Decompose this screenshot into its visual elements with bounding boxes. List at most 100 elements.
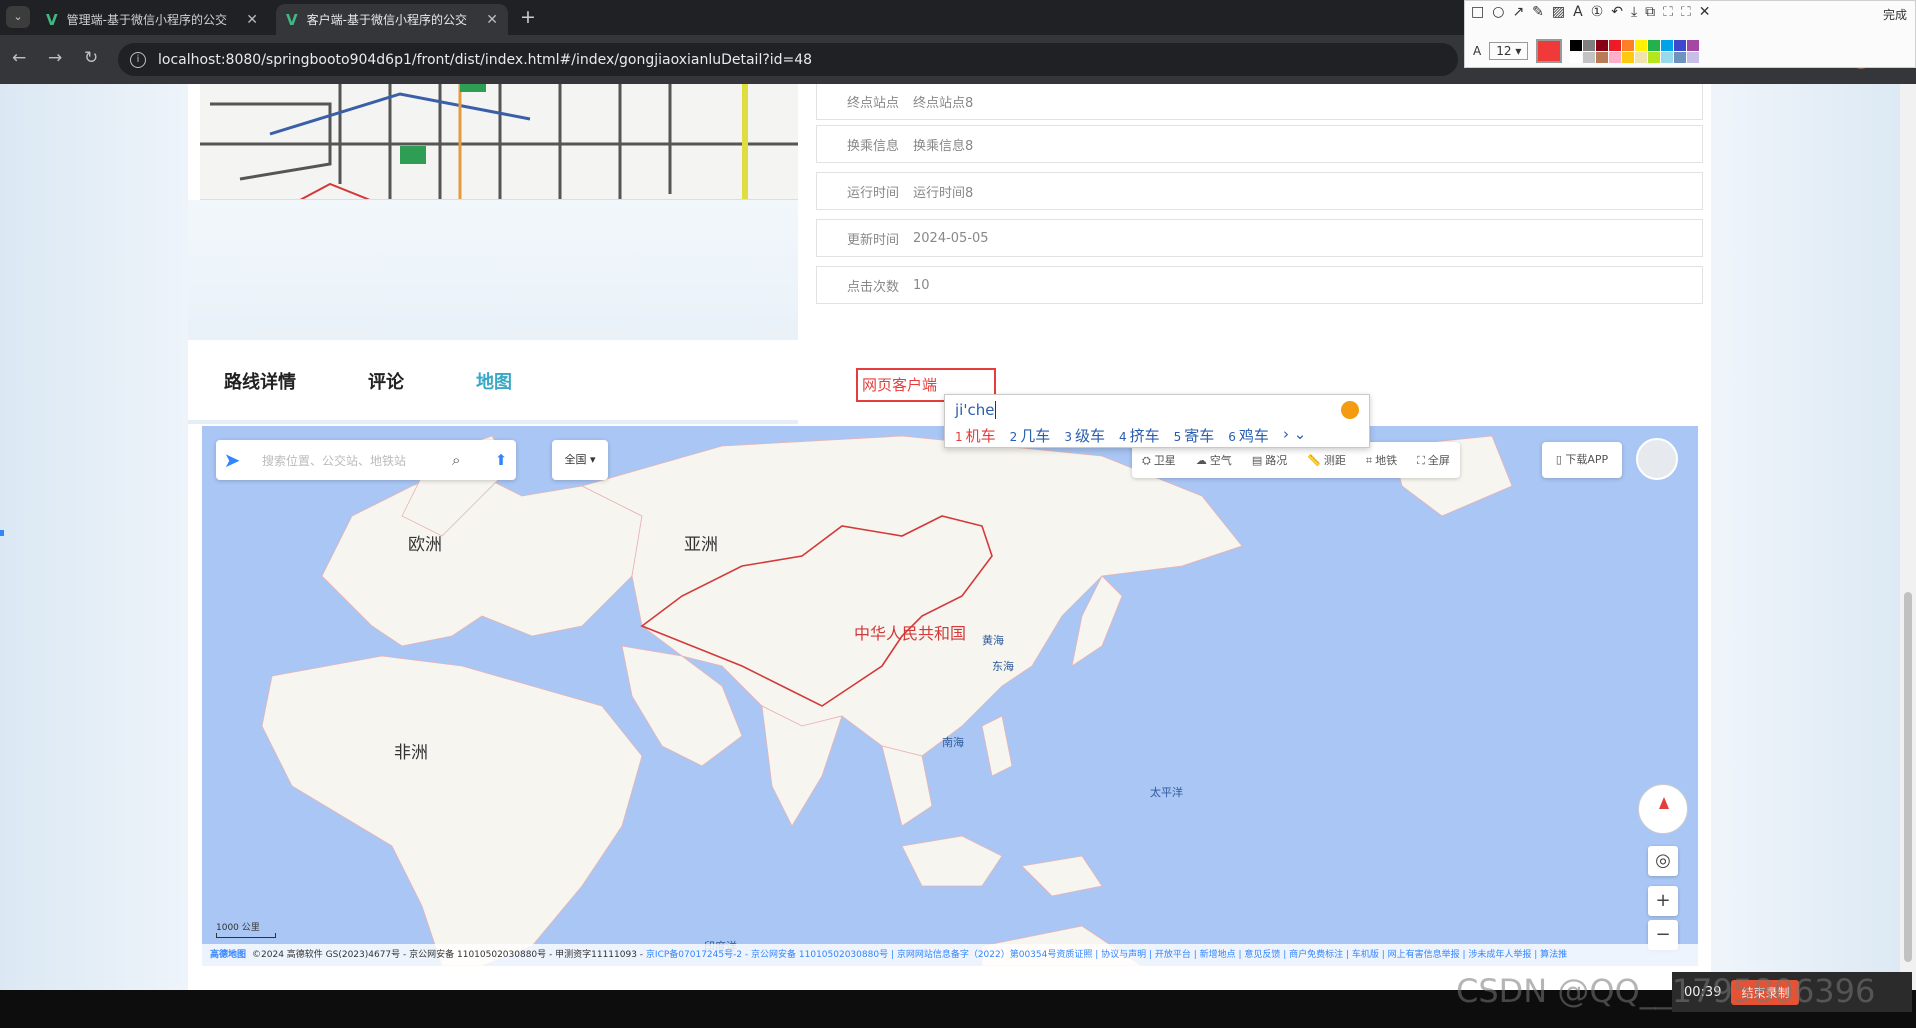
ime-candidate[interactable]: 3 级车 bbox=[1064, 425, 1105, 446]
detail-value: 终点站点8 bbox=[913, 95, 974, 111]
route-map-drawing bbox=[200, 84, 798, 199]
color-swatch[interactable] bbox=[1609, 51, 1622, 63]
color-swatch[interactable] bbox=[1648, 39, 1661, 51]
forward-icon[interactable]: → bbox=[48, 48, 62, 68]
traffic-button[interactable]: ▤ 路况 bbox=[1242, 452, 1297, 468]
font-size-value: 12 bbox=[1496, 44, 1512, 58]
compass-icon[interactable] bbox=[1638, 784, 1688, 834]
amap-brand[interactable]: 高德地图 bbox=[210, 950, 246, 960]
map-label-europe: 欧洲 bbox=[408, 535, 442, 555]
csdn-watermark: CSDN @QQ__1795806396 bbox=[1456, 972, 1876, 1010]
back-icon[interactable]: ← bbox=[12, 48, 26, 68]
footer-links[interactable]: 京ICP备07017245号-2 - 京公网安备 11010502030880号… bbox=[646, 950, 1567, 960]
tab-map[interactable]: 地图 bbox=[476, 368, 512, 394]
fullscreen-icon: ⛶ bbox=[1417, 454, 1425, 467]
scale-bar bbox=[216, 933, 276, 938]
map-search-input[interactable]: 搜索位置、公交站、地铁站 bbox=[248, 452, 452, 469]
tab-comments[interactable]: 评论 bbox=[368, 368, 404, 394]
air-icon: ☁ bbox=[1195, 454, 1207, 467]
detail-row-run-time: 运行时间 运行时间8 bbox=[816, 172, 1703, 210]
browser-tab-client[interactable]: V 客户端-基于微信小程序的公交 ✕ bbox=[276, 4, 508, 35]
scale-label: 1000 公里 bbox=[216, 923, 260, 933]
screenshot-toolbar: □○↗✎▨A①↶⤓⧉⛶⛶✕ 完成 A 12 ▾ bbox=[1464, 0, 1916, 68]
map-container[interactable]: 欧洲 亚洲 非洲 中华人民共和国 黄海 东海 南海 太平洋 印度洋 ➤ 搜索位置… bbox=[202, 426, 1698, 966]
color-swatch[interactable] bbox=[1635, 51, 1648, 63]
satellite-button[interactable]: ⛭ 卫星 bbox=[1132, 452, 1186, 468]
traffic-icon: ▤ bbox=[1251, 454, 1263, 467]
locate-icon[interactable]: ◎ bbox=[1648, 846, 1678, 876]
color-swatch[interactable] bbox=[1622, 39, 1635, 51]
map-label-asia: 亚洲 bbox=[684, 535, 718, 555]
snip-done-button[interactable]: 完成 bbox=[1883, 6, 1907, 23]
ime-next-page-icon[interactable]: › ⌄ bbox=[1283, 425, 1306, 446]
ime-candidate[interactable]: 2 几车 bbox=[1010, 425, 1051, 446]
color-swatch[interactable] bbox=[1687, 51, 1700, 63]
color-swatch[interactable] bbox=[1596, 39, 1609, 51]
directions-icon[interactable]: ⬆ bbox=[486, 451, 516, 469]
color-palette[interactable] bbox=[1570, 39, 1700, 63]
fullscreen-button[interactable]: ⛶ 全屏 bbox=[1407, 452, 1460, 468]
tool-label: 测距 bbox=[1323, 454, 1346, 467]
ime-candidate-window: ji'che 1 机车 2 几车 3 级车 4 挤车 5 寄车 6 鸡车 › ⌄ bbox=[944, 394, 1370, 448]
detail-value: 10 bbox=[913, 277, 930, 293]
ime-candidate[interactable]: 5 寄车 bbox=[1174, 425, 1215, 446]
color-swatch[interactable] bbox=[1622, 51, 1635, 63]
color-swatch[interactable] bbox=[1583, 39, 1596, 51]
color-swatch[interactable] bbox=[1570, 39, 1583, 51]
color-swatch[interactable] bbox=[1687, 39, 1700, 51]
current-color-swatch[interactable] bbox=[1536, 39, 1563, 63]
color-swatch[interactable] bbox=[1596, 51, 1609, 63]
new-tab-icon[interactable]: + bbox=[520, 6, 536, 28]
tab-close-icon[interactable]: ✕ bbox=[246, 12, 258, 28]
color-swatch[interactable] bbox=[1674, 51, 1687, 63]
page-scrollbar[interactable] bbox=[1900, 84, 1916, 990]
tab-route-detail[interactable]: 路线详情 bbox=[224, 368, 296, 394]
candidate-index: 5 bbox=[1173, 430, 1182, 444]
air-button[interactable]: ☁ 空气 bbox=[1186, 452, 1242, 468]
ruler-button[interactable]: 📏 测距 bbox=[1297, 452, 1356, 468]
site-info-icon[interactable]: i bbox=[130, 51, 146, 68]
color-swatch[interactable] bbox=[1635, 39, 1648, 51]
ime-candidate[interactable]: 1 机车 bbox=[955, 425, 996, 446]
detail-label: 运行时间 bbox=[846, 185, 899, 201]
map-label-africa: 非洲 bbox=[394, 743, 428, 763]
left-edge-marker bbox=[0, 530, 4, 536]
font-size-select[interactable]: 12 ▾ bbox=[1489, 42, 1529, 60]
tool-label: 地铁 bbox=[1375, 454, 1398, 467]
map-label-china: 中华人民共和国 bbox=[854, 624, 967, 643]
snip-tools[interactable]: □○↗✎▨A①↶⤓⧉⛶⛶✕ bbox=[1471, 4, 1719, 20]
tab-close-icon[interactable]: ✕ bbox=[486, 12, 498, 28]
scrollbar-thumb[interactable] bbox=[1904, 592, 1912, 962]
route-map-image bbox=[200, 84, 798, 200]
download-app-button[interactable]: ▯ 下载APP bbox=[1542, 442, 1622, 478]
reload-icon[interactable]: ↻ bbox=[84, 48, 98, 68]
color-swatch[interactable] bbox=[1661, 39, 1674, 51]
detail-value: 2024-05-05 bbox=[913, 230, 989, 246]
candidate-index: 1 bbox=[955, 430, 963, 444]
ime-candidate[interactable]: 6 鸡车 bbox=[1228, 425, 1269, 446]
browser-tab-admin[interactable]: V 管理端-基于微信小程序的公交 ✕ bbox=[36, 4, 268, 35]
text-tool-icon[interactable]: A bbox=[1473, 44, 1481, 58]
search-icon[interactable]: ⌕ bbox=[452, 451, 486, 469]
ime-candidate[interactable]: 4 挤车 bbox=[1119, 425, 1160, 446]
candidate-index: 6 bbox=[1228, 430, 1236, 444]
region-select[interactable]: 全国 ▾ bbox=[552, 440, 608, 480]
tool-label: 路况 bbox=[1265, 454, 1288, 467]
color-swatch[interactable] bbox=[1648, 51, 1661, 63]
world-map-land bbox=[261, 435, 1513, 966]
color-swatch[interactable] bbox=[1609, 39, 1622, 51]
subway-button[interactable]: ⌗ 地铁 bbox=[1356, 452, 1407, 468]
url-field[interactable]: i localhost:8080/springbooto904d6p1/fron… bbox=[118, 43, 1458, 76]
color-swatch[interactable] bbox=[1570, 51, 1583, 63]
color-swatch[interactable] bbox=[1661, 51, 1674, 63]
ime-pinyin: ji'che bbox=[955, 401, 997, 419]
zoom-in-button[interactable]: + bbox=[1648, 886, 1678, 916]
color-swatch[interactable] bbox=[1583, 51, 1596, 63]
tool-label: 卫星 bbox=[1153, 454, 1176, 467]
url-text: localhost:8080/springbooto904d6p1/front/… bbox=[158, 51, 813, 68]
user-avatar[interactable] bbox=[1636, 438, 1678, 480]
color-swatch[interactable] bbox=[1674, 39, 1687, 51]
map-label-east-sea: 东海 bbox=[992, 660, 1014, 673]
detail-label: 换乘信息 bbox=[846, 138, 899, 154]
tab-search-icon[interactable]: ⌄ bbox=[6, 6, 30, 28]
